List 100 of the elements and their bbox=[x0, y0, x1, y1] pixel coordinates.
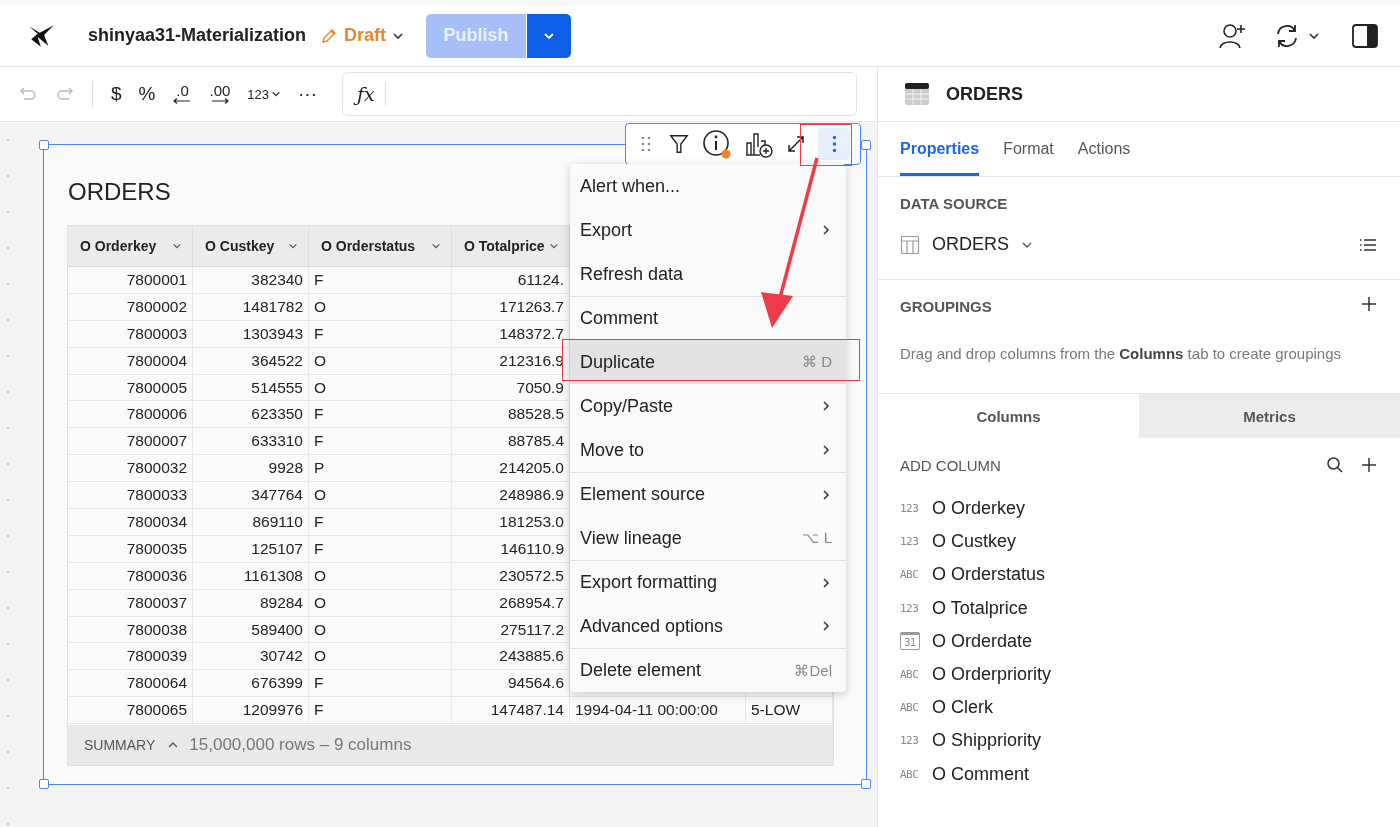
column-item[interactable]: 123 O Shippriority bbox=[900, 724, 1378, 758]
chevron-down-icon bbox=[271, 89, 282, 99]
type-label: ABC bbox=[900, 568, 920, 582]
chevron-down-icon[interactable] bbox=[288, 241, 298, 251]
table-cell: 7800034 bbox=[68, 509, 193, 535]
table-cell: O bbox=[309, 562, 452, 589]
table-cell: F bbox=[309, 428, 452, 455]
table-cell: 676399 bbox=[193, 670, 309, 697]
groupings-hint: Drag and drop columns from the Columns tab to create groupings bbox=[900, 345, 1343, 362]
info-icon[interactable] bbox=[702, 129, 732, 159]
table-cell: 514555 bbox=[193, 374, 309, 401]
format-button[interactable]: % bbox=[138, 83, 156, 105]
table-cell: 7800036 bbox=[68, 562, 193, 589]
type-label: ABC bbox=[900, 668, 920, 682]
column-item[interactable]: 123 O Totalprice bbox=[900, 591, 1378, 625]
chevron-right-icon bbox=[820, 400, 832, 412]
menu-item[interactable]: Duplicate ⌘ D bbox=[570, 340, 846, 384]
menu-item[interactable]: Move to bbox=[570, 428, 846, 472]
table-cell: 7800033 bbox=[68, 482, 193, 508]
plus-icon[interactable] bbox=[1360, 456, 1378, 474]
formula-bar[interactable]: ƒx bbox=[342, 72, 857, 116]
chevron-down-icon[interactable] bbox=[172, 241, 182, 251]
data-source-dropdown[interactable]: ORDERS bbox=[900, 234, 1033, 255]
table-cell: O bbox=[309, 347, 452, 374]
menu-item[interactable]: Element source bbox=[570, 472, 846, 516]
table-cell: F bbox=[309, 697, 452, 724]
format-button[interactable]: $ bbox=[111, 83, 122, 105]
table-cell: 30742 bbox=[193, 643, 309, 670]
resize-handle[interactable] bbox=[861, 779, 871, 789]
number-format-dropdown[interactable]: 123 bbox=[247, 86, 282, 102]
column-item[interactable]: ABC O Orderpriority bbox=[900, 657, 1378, 692]
table-icon bbox=[904, 81, 930, 107]
menu-item[interactable]: Advanced options bbox=[570, 604, 846, 648]
panel-tab[interactable]: Format bbox=[1003, 122, 1054, 176]
type-label: 123 bbox=[900, 601, 920, 615]
table-icon bbox=[900, 234, 920, 255]
menu-item[interactable]: Refresh data bbox=[570, 252, 846, 296]
table-cell: 7800007 bbox=[68, 428, 193, 455]
decimal-button[interactable]: .00 bbox=[209, 84, 231, 104]
menu-item[interactable]: Alert when... bbox=[570, 164, 846, 208]
chevron-right-icon bbox=[820, 488, 832, 501]
table-cell: 5-LOW bbox=[746, 697, 833, 724]
menu-item[interactable]: Export bbox=[570, 208, 846, 252]
column-item[interactable]: ABC O Orderstatus bbox=[900, 558, 1378, 592]
search-icon[interactable] bbox=[1326, 456, 1344, 474]
table-cell: 382340 bbox=[193, 267, 309, 293]
summary-text: 15,000,000 rows – 9 columns bbox=[189, 735, 412, 755]
table-cell: 7800064 bbox=[68, 670, 193, 697]
type-label: 123 bbox=[900, 734, 920, 748]
table-cell: O bbox=[309, 293, 452, 320]
publish-options-button[interactable] bbox=[527, 13, 572, 58]
table-cell: 125107 bbox=[193, 535, 309, 562]
resize-handle[interactable] bbox=[39, 140, 49, 150]
table-cell: 347764 bbox=[193, 482, 309, 508]
menu-item[interactable]: View lineage ⌥ L bbox=[570, 516, 846, 560]
table-cell: 7800039 bbox=[68, 643, 193, 670]
table-cell: 1161308 bbox=[193, 562, 309, 589]
menu-item[interactable]: Copy/Paste bbox=[570, 384, 846, 428]
column-header[interactable]: O Orderstatus bbox=[309, 226, 452, 266]
chevron-down-icon[interactable] bbox=[431, 241, 441, 251]
type-label: ABC bbox=[900, 767, 920, 781]
panel-tab[interactable]: Properties bbox=[900, 122, 980, 176]
column-item[interactable]: 31 O Orderdate bbox=[900, 624, 1378, 658]
table-cell: 7800065 bbox=[68, 697, 193, 724]
column-item[interactable]: 123 O Orderkey bbox=[900, 492, 1378, 526]
summary-toggle[interactable]: SUMMARY bbox=[84, 737, 180, 753]
resize-handle[interactable] bbox=[39, 779, 49, 789]
section-label: DATA SOURCE bbox=[900, 195, 1009, 212]
column-header[interactable]: O Orderkey bbox=[68, 226, 193, 266]
more-options-button[interactable] bbox=[818, 128, 850, 160]
chevron-right-icon bbox=[820, 444, 832, 456]
table-cell: 1994-04-11 00:00:00 bbox=[570, 697, 746, 724]
shortcut-label: ⌘ D bbox=[802, 353, 832, 371]
plus-icon[interactable] bbox=[1360, 294, 1378, 313]
table-cell: 89284 bbox=[193, 589, 309, 616]
table-cell: O bbox=[309, 374, 452, 401]
table-cell: 7800002 bbox=[68, 293, 193, 320]
type-label: 123 bbox=[900, 502, 920, 516]
panel-tab[interactable]: Actions bbox=[1077, 122, 1131, 176]
table-cell: 7800001 bbox=[68, 267, 193, 293]
table-cell: 364522 bbox=[193, 347, 309, 374]
decimal-button[interactable]: .0 bbox=[172, 84, 193, 104]
filter-icon[interactable] bbox=[668, 132, 690, 156]
menu-item[interactable]: Export formatting bbox=[570, 560, 846, 604]
table-cell: 9928 bbox=[193, 455, 309, 482]
column-item[interactable]: 123 O Custkey bbox=[900, 525, 1378, 559]
shortcut-label: ⌥ L bbox=[802, 529, 832, 547]
menu-item[interactable]: Delete element ⌘Del bbox=[570, 648, 846, 692]
format-button[interactable]: ··· bbox=[298, 83, 318, 105]
table-cell: 147487.14 bbox=[452, 697, 570, 724]
column-item[interactable]: ABC O Comment bbox=[900, 757, 1378, 791]
arrow-icon bbox=[209, 98, 230, 104]
column-header[interactable]: O Custkey bbox=[193, 226, 309, 266]
chevron-down-icon[interactable] bbox=[549, 241, 559, 251]
table-cell: F bbox=[309, 509, 452, 535]
panel-subtab[interactable]: Metrics bbox=[1139, 394, 1400, 438]
column-item[interactable]: ABC O Clerk bbox=[900, 691, 1378, 725]
date-type-icon: 31 bbox=[900, 632, 920, 651]
table-cell: F bbox=[309, 320, 452, 347]
expand-icon[interactable] bbox=[786, 134, 806, 154]
